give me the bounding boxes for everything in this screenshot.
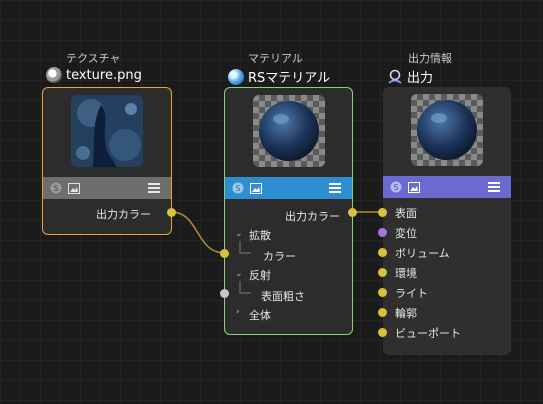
output-preview — [411, 94, 483, 166]
material-node-category: マテリアル — [248, 52, 303, 65]
svg-text:S: S — [53, 184, 58, 193]
output-node-header[interactable]: 出力 — [387, 67, 433, 86]
texture-node-category: テクスチャ — [66, 52, 121, 65]
texture-node-header[interactable]: texture.png — [46, 67, 142, 83]
material-sphere-icon — [228, 68, 244, 85]
output-node-toolbar: S — [383, 176, 511, 198]
output-input-label: ライト — [395, 287, 428, 300]
output-input-port[interactable] — [378, 328, 387, 337]
diffuse-color-port[interactable] — [220, 249, 229, 258]
material-node-header[interactable]: RSマテリアル — [228, 67, 330, 86]
output-input-port[interactable] — [378, 208, 387, 217]
wire-texture-to-diffuse — [170, 211, 226, 254]
output-input-label: 環境 — [395, 267, 417, 280]
output-input-port[interactable] — [378, 248, 387, 257]
output-input-port[interactable] — [378, 288, 387, 297]
chevron-down-icon[interactable]: ⌄ — [235, 269, 243, 279]
chevron-right-icon[interactable]: › — [236, 307, 240, 317]
reflection-roughness-input: 表面粗さ — [261, 290, 305, 303]
material-output-port[interactable] — [348, 208, 357, 217]
output-input-label: 表面 — [395, 207, 417, 220]
texture-node-icon — [46, 67, 62, 83]
s-badge-icon[interactable]: S — [49, 182, 62, 195]
output-input-label: 輪郭 — [395, 307, 417, 320]
material-preview — [253, 95, 325, 167]
texture-node-toolbar: S — [43, 177, 171, 199]
output-node[interactable]: S 表面変位ボリューム環境ライト輪郭ビューポート — [378, 87, 511, 355]
menu-icon[interactable] — [487, 181, 500, 194]
output-input-label: ボリューム — [395, 247, 450, 260]
texture-output-port[interactable] — [167, 208, 176, 217]
image-icon[interactable] — [407, 181, 420, 194]
tree-branch — [239, 241, 251, 254]
material-node[interactable]: S 出力カラー ⌄ 拡散 カラー ⌄ 反射 表面粗さ › 全体 — [224, 87, 353, 335]
svg-text:S: S — [235, 184, 240, 193]
group-overall[interactable]: 全体 — [249, 307, 271, 323]
output-input-port[interactable] — [378, 228, 387, 237]
material-node-title: RSマテリアル — [248, 71, 331, 86]
texture-node-title: texture.png — [66, 67, 142, 83]
s-badge-icon[interactable]: S — [231, 182, 244, 195]
image-icon[interactable] — [249, 182, 262, 195]
s-badge-icon[interactable]: S — [389, 181, 402, 194]
texture-node[interactable]: S 出力カラー — [42, 87, 172, 235]
menu-icon[interactable] — [147, 182, 160, 195]
output-input-port[interactable] — [378, 308, 387, 317]
output-input-label: ビューポート — [395, 327, 461, 340]
tree-branch — [239, 281, 251, 294]
material-node-toolbar: S — [225, 177, 352, 199]
output-input-port[interactable] — [378, 268, 387, 277]
diffuse-color-input: カラー — [263, 250, 296, 263]
chevron-down-icon[interactable]: ⌄ — [235, 229, 243, 239]
output-input-label: 変位 — [395, 227, 417, 240]
output-node-icon — [387, 69, 403, 85]
material-output-label: 出力カラー — [285, 210, 340, 223]
output-node-title: 出力 — [407, 71, 434, 86]
output-node-category: 出力情報 — [408, 52, 452, 65]
texture-preview — [71, 95, 143, 167]
menu-icon[interactable] — [328, 182, 341, 195]
image-icon[interactable] — [67, 182, 80, 195]
roughness-port[interactable] — [220, 289, 229, 298]
texture-output-label: 出力カラー — [96, 208, 151, 221]
svg-text:S: S — [393, 183, 398, 192]
